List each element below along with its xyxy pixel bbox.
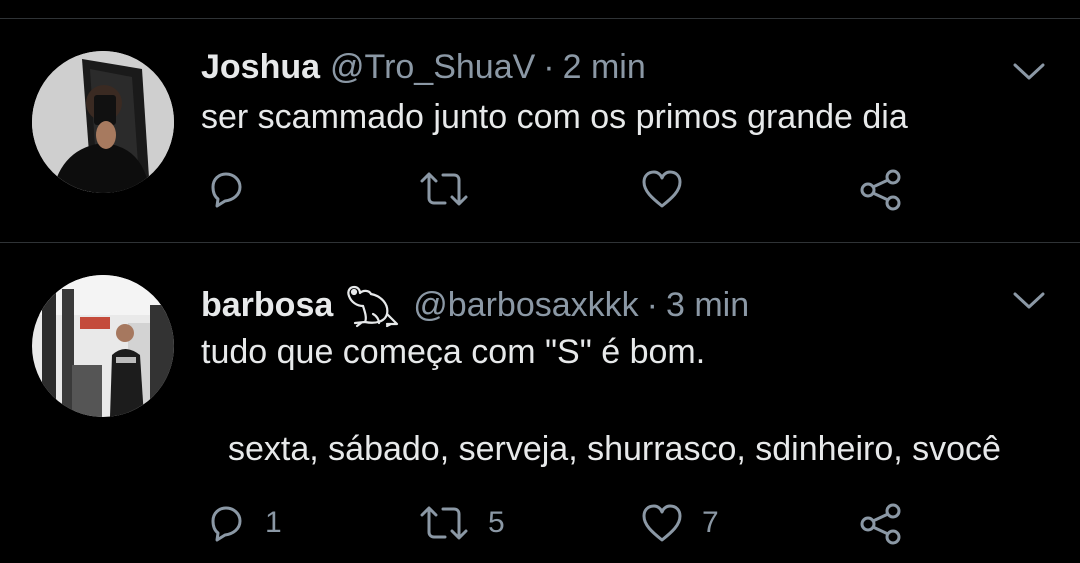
share-button[interactable] (858, 502, 904, 546)
display-name[interactable]: barbosa (201, 285, 333, 325)
reply-icon (211, 172, 242, 208)
tweet-text-line-2: sexta, sábado, serveja, shurrasco, sdinh… (228, 430, 1001, 468)
reply-button[interactable] (205, 168, 265, 210)
chevron-down-icon[interactable] (1012, 291, 1046, 311)
reply-count: 1 (265, 506, 282, 539)
tweet-header: barbosa @barbosaxkkk · 3 min (201, 282, 749, 328)
avatar-image (32, 51, 174, 193)
timestamp[interactable]: 2 min (563, 47, 646, 87)
tweet-header: Joshua @Tro_ShuaV · 2 min (201, 47, 646, 87)
avatar-image (32, 275, 174, 417)
reply-button[interactable]: 1 (205, 502, 282, 544)
separator-dot: · (646, 286, 658, 324)
display-name[interactable]: Joshua (201, 47, 320, 87)
retweet-button[interactable] (418, 168, 488, 210)
retweet-button[interactable]: 5 (418, 502, 505, 544)
user-handle[interactable]: @Tro_ShuaV (330, 47, 535, 87)
retweet-icon (420, 172, 468, 206)
like-count: 7 (702, 506, 719, 539)
separator-dot: · (543, 48, 555, 86)
frog-emoji (347, 285, 399, 328)
share-icon (860, 503, 901, 545)
tweet-text: ser scammado junto com os primos grande … (201, 98, 908, 136)
tweet-text-line-1: tudo que começa com "S" é bom. (201, 333, 706, 371)
tweet-1[interactable]: Joshua @Tro_ShuaV · 2 min ser scammado j… (0, 0, 1080, 242)
like-button[interactable]: 7 (640, 502, 719, 544)
share-icon (860, 169, 901, 211)
reply-icon (211, 506, 242, 542)
tweet-2[interactable]: barbosa @barbosaxkkk · 3 min tudo que co… (0, 243, 1080, 563)
share-button[interactable] (858, 168, 904, 212)
heart-icon (642, 504, 682, 542)
retweet-icon (420, 506, 468, 540)
like-button[interactable] (640, 168, 702, 210)
retweet-count: 5 (488, 506, 505, 539)
user-handle[interactable]: @barbosaxkkk (413, 285, 638, 325)
heart-icon (642, 170, 682, 208)
avatar-barbosa[interactable] (32, 275, 174, 417)
timestamp[interactable]: 3 min (666, 285, 749, 325)
avatar-joshua[interactable] (32, 51, 174, 193)
chevron-down-icon[interactable] (1012, 62, 1046, 82)
